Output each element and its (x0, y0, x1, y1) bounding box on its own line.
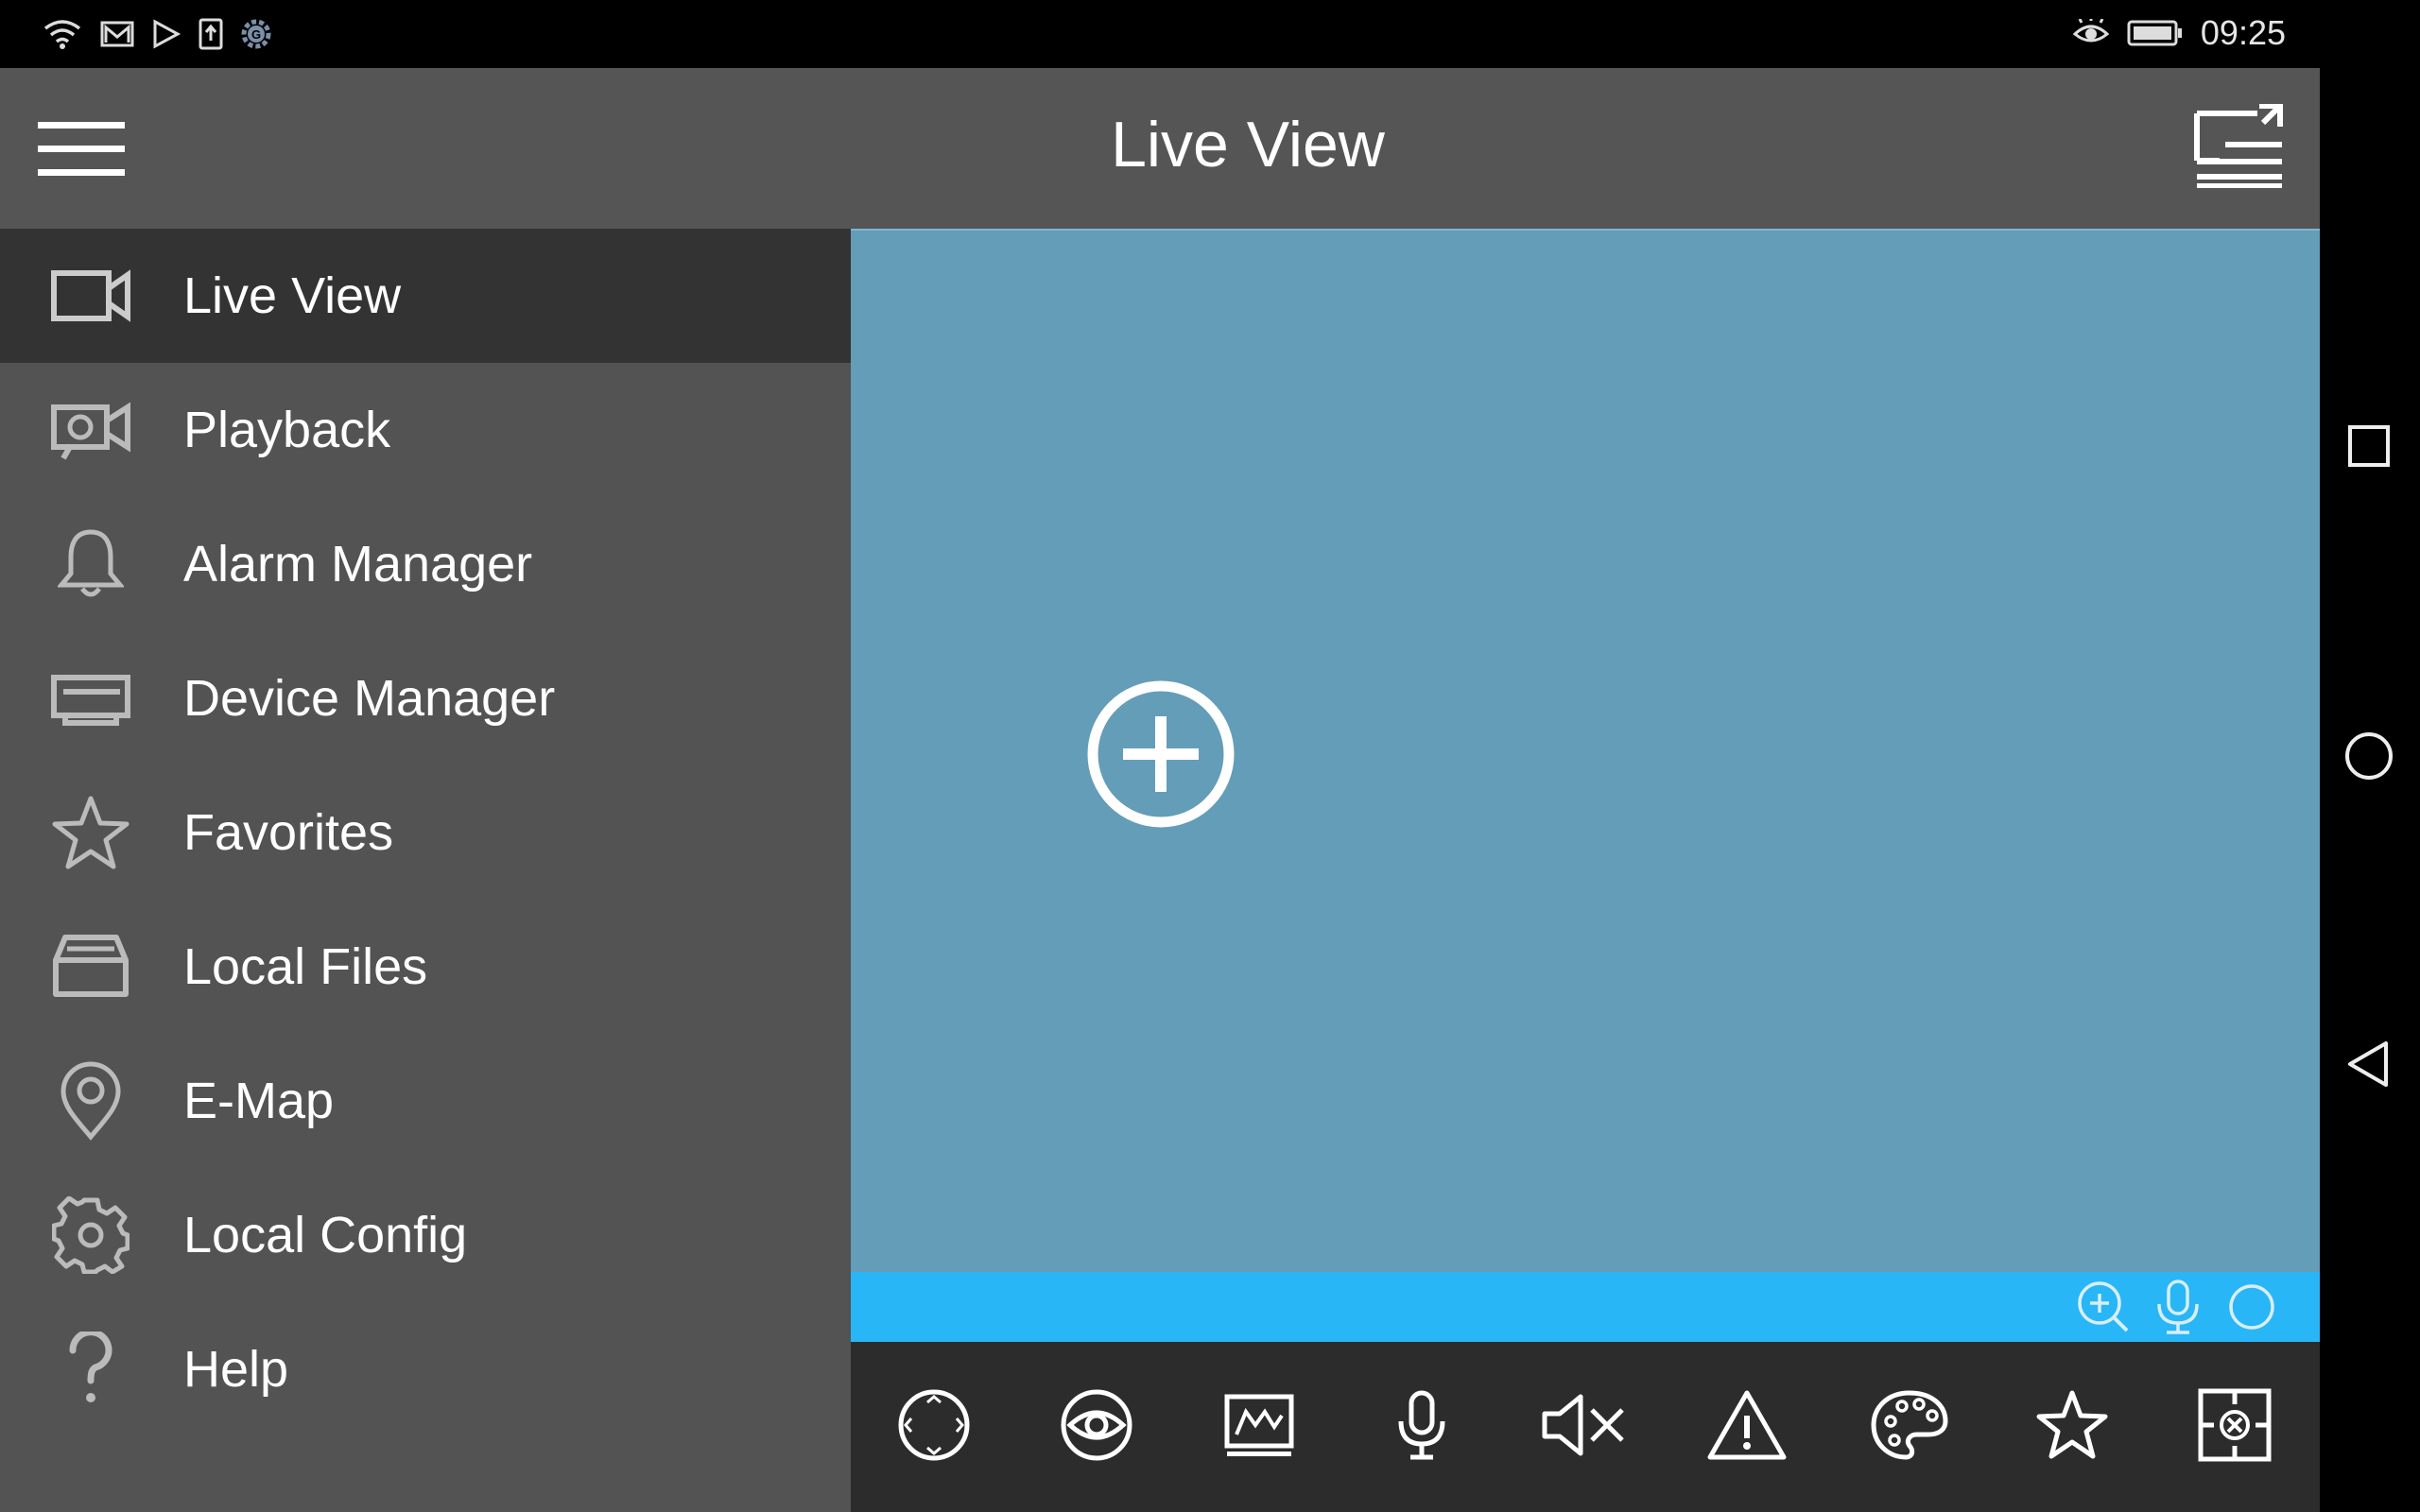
page-title: Live View (1111, 109, 1385, 180)
circle-icon (2345, 732, 2393, 780)
bottom-toolbar (851, 1342, 2320, 1512)
app-window: Live View Live View Playback Alarm Manag… (0, 68, 2320, 1512)
favorite-button[interactable] (2025, 1378, 2119, 1472)
mail-icon (100, 20, 134, 48)
nav-label-e-map: E-Map (183, 1073, 335, 1129)
nav-label-favorites: Favorites (183, 804, 394, 861)
image-adjust-icon (1224, 1394, 1294, 1456)
nav-item-local-config[interactable]: Local Config (0, 1168, 851, 1302)
eye-icon (2072, 19, 2110, 47)
alarm-warning-icon (1707, 1390, 1787, 1460)
eye-view-icon (1061, 1389, 1132, 1461)
top-app-bar: Live View (0, 68, 2320, 229)
question-icon (49, 1328, 132, 1411)
battery-icon (2127, 19, 2184, 47)
nav-label-alarm-manager: Alarm Manager (183, 536, 533, 593)
back-triangle-icon (2348, 1041, 2388, 1087)
close-channel-icon (2198, 1388, 2272, 1462)
nav-label-local-config: Local Config (183, 1207, 468, 1263)
square-icon (2348, 425, 2390, 467)
play-store-icon (151, 19, 182, 49)
record-circle-icon[interactable] (2225, 1280, 2278, 1334)
nav-item-local-files[interactable]: Local Files (0, 900, 851, 1034)
nav-item-help[interactable]: Help (0, 1302, 851, 1436)
svg-text:G: G (251, 27, 261, 42)
gear-icon (49, 1194, 132, 1277)
ptz-icon (898, 1389, 970, 1461)
nav-label-live-view: Live View (183, 267, 402, 324)
video-status-bar (851, 1272, 2320, 1342)
nav-label-playback: Playback (183, 402, 391, 458)
palette-icon (1871, 1390, 1948, 1460)
color-adjust-button[interactable] (1862, 1378, 1957, 1472)
settings-g-icon: G (240, 18, 272, 50)
upload-icon (199, 18, 223, 50)
favorite-star-icon (2036, 1390, 2108, 1459)
microphone-icon[interactable] (2152, 1280, 2204, 1334)
add-circle-icon (1087, 680, 1235, 828)
window-layout-icon (2194, 104, 2283, 188)
map-pin-icon (49, 1059, 132, 1143)
nav-label-device-manager: Device Manager (183, 670, 556, 727)
recent-apps-button[interactable] (2341, 418, 2397, 474)
nav-item-device-manager[interactable]: Device Manager (0, 631, 851, 765)
mute-icon (1542, 1394, 1624, 1456)
status-bar: G 09:25 (0, 0, 2320, 68)
home-button[interactable] (2341, 728, 2397, 784)
talk-button[interactable] (1374, 1378, 1469, 1472)
nav-label-help: Help (183, 1341, 289, 1398)
clock-time: 09:25 (2200, 13, 2286, 52)
window-layout-button[interactable] (2191, 104, 2286, 189)
ptz-button[interactable] (887, 1378, 981, 1472)
system-navigation-bar (2320, 0, 2420, 1512)
image-adjust-button[interactable] (1212, 1378, 1306, 1472)
add-device-button[interactable] (1085, 679, 1236, 830)
microphone-icon (1398, 1390, 1445, 1460)
view-button[interactable] (1049, 1378, 1144, 1472)
nav-item-live-view[interactable]: Live View (0, 229, 851, 363)
dvr-device-icon (49, 657, 132, 740)
navigation-drawer: Live View Playback Alarm Manager Device … (0, 229, 851, 1512)
back-button[interactable] (2341, 1036, 2397, 1092)
alarm-button[interactable] (1700, 1378, 1794, 1472)
close-channel-button[interactable] (2187, 1378, 2282, 1472)
audio-mute-button[interactable] (1537, 1378, 1632, 1472)
nav-label-local-files: Local Files (183, 938, 428, 995)
video-window[interactable] (851, 229, 2320, 1272)
bell-icon (49, 523, 132, 606)
playback-camera-icon (49, 388, 132, 472)
nav-item-alarm-manager[interactable]: Alarm Manager (0, 497, 851, 631)
menu-button[interactable] (38, 120, 125, 179)
star-icon (49, 791, 132, 874)
folder-tray-icon (49, 925, 132, 1008)
hamburger-icon (38, 122, 125, 176)
nav-item-e-map[interactable]: E-Map (0, 1034, 851, 1168)
zoom-in-icon[interactable] (2076, 1280, 2131, 1334)
nav-item-playback[interactable]: Playback (0, 363, 851, 497)
wifi-icon (42, 17, 83, 51)
nav-item-favorites[interactable]: Favorites (0, 765, 851, 900)
video-camera-icon (49, 254, 132, 337)
